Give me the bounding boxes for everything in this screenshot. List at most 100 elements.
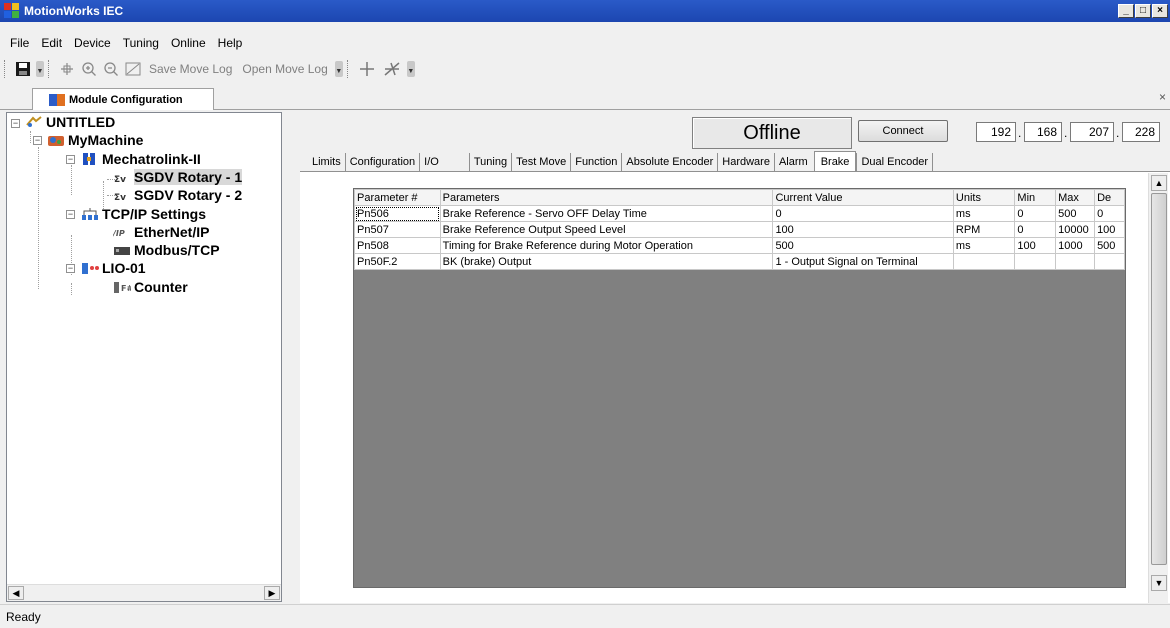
tree-node-ethernetip[interactable]: /IP EtherNet/IP [112,224,209,240]
minimize-button[interactable]: _ [1118,4,1134,18]
project-tree[interactable]: − UNTITLED − MyMachine − Mechatrolink-II… [6,112,282,602]
zoom-out-icon[interactable] [103,59,119,79]
cell-current-value[interactable]: 1 - Output Signal on Terminal [772,253,954,270]
scroll-down-arrow-icon[interactable]: ▼ [1151,575,1167,591]
cell-parameter-name[interactable]: BK (brake) Output [439,253,774,270]
tab-function[interactable]: Function [571,153,623,171]
open-move-log-button[interactable]: Open Move Log [242,62,327,76]
tree-node-modbus-tcp[interactable]: Modbus/TCP [113,242,220,258]
scroll-up-arrow-icon[interactable]: ▲ [1151,175,1167,191]
cell-current-value[interactable]: 500 [772,237,954,254]
toolbar-dropdown[interactable]: ▼ [36,61,44,77]
scrollbar-thumb[interactable] [1151,193,1167,565]
toolbar-dropdown[interactable]: ▼ [406,61,415,77]
cell-parameter-name[interactable]: Brake Reference - Servo OFF Delay Time [439,205,774,222]
tab-io[interactable]: I/O [420,153,470,171]
tree-node-untitled[interactable]: UNTITLED [25,114,115,130]
collapse-root[interactable]: − [11,119,20,128]
cell-default[interactable] [1094,253,1125,270]
cell-min[interactable]: 0 [1014,221,1057,238]
collapse-tcpip[interactable]: − [66,210,75,219]
tree-node-lio-01[interactable]: LIO-01 [81,260,146,276]
cell-units[interactable] [952,253,1016,270]
column-header-max[interactable]: Max [1055,189,1096,206]
collapse-mechatrolink[interactable]: − [66,155,75,164]
tab-brake[interactable]: Brake [813,151,857,172]
tree-node-mymachine[interactable]: MyMachine [47,132,143,148]
table-row[interactable]: Pn508 Timing for Brake Reference during … [354,237,1125,254]
toolbar-grip[interactable] [346,60,351,78]
crosshair-icon[interactable] [59,59,75,79]
menu-edit[interactable]: Edit [35,34,68,54]
menu-tuning[interactable]: Tuning [117,34,165,54]
tree-horizontal-scrollbar[interactable]: ◀ ▶ [7,584,281,601]
column-header-parameters[interactable]: Parameters [439,189,774,206]
toolbar-dropdown[interactable]: ▼ [334,61,343,77]
menu-device[interactable]: Device [68,34,117,54]
ip-octet-1[interactable]: 192 [976,122,1016,142]
panel-vertical-scrollbar[interactable]: ▲ ▼ [1148,173,1168,603]
module-configuration-tab[interactable]: Module Configuration [32,88,214,110]
toolbar-grip[interactable] [4,60,8,78]
ip-octet-4[interactable]: 228 [1122,122,1160,142]
cell-default[interactable]: 100 [1094,221,1125,238]
cell-current-value[interactable]: 0 [772,205,954,222]
save-move-log-button[interactable]: Save Move Log [149,62,232,76]
ip-octet-3[interactable]: 207 [1070,122,1114,142]
column-header-current-value[interactable]: Current Value [772,189,954,206]
close-button[interactable]: × [1152,4,1168,18]
cell-parameter-name[interactable]: Timing for Brake Reference during Motor … [439,237,774,254]
zoom-in-icon[interactable] [81,59,97,79]
cell-min[interactable]: 100 [1014,237,1057,254]
cell-max[interactable]: 500 [1055,205,1096,222]
tree-node-counter[interactable]: F# Counter [113,279,188,295]
axes-icon[interactable] [382,59,402,79]
cell-parameter-number[interactable]: Pn506 [354,205,441,222]
maximize-button[interactable]: □ [1135,4,1151,18]
cell-units[interactable]: ms [952,237,1016,254]
tab-configuration[interactable]: Configuration [346,153,421,171]
tab-alarm[interactable]: Alarm [775,153,812,171]
tree-node-tcpip-settings[interactable]: TCP/IP Settings [81,206,206,222]
tab-tuning[interactable]: Tuning [470,153,513,171]
column-header-min[interactable]: Min [1014,189,1057,206]
parameter-grid[interactable]: Parameter # Parameters Current Value Uni… [353,188,1126,588]
chart-icon[interactable] [125,59,141,79]
tab-dual-encoder[interactable]: Dual Encoder [856,153,934,171]
tab-hardware[interactable]: Hardware [718,153,775,171]
collapse-mymachine[interactable]: − [33,136,42,145]
menu-file[interactable]: File [4,34,35,54]
tab-limits[interactable]: Limits [308,153,346,171]
cell-default[interactable]: 0 [1094,205,1125,222]
column-header-units[interactable]: Units [952,189,1016,206]
scroll-right-arrow-icon[interactable]: ▶ [264,586,280,600]
toolbar-grip[interactable] [48,60,52,78]
cell-units[interactable]: RPM [952,221,1016,238]
column-header-default[interactable]: De [1094,189,1125,206]
cell-parameter-number[interactable]: Pn507 [354,221,441,238]
menu-online[interactable]: Online [165,34,212,54]
tree-node-sgdv-rotary-1[interactable]: Σv SGDV Rotary - 1 [113,169,243,185]
plus-icon[interactable] [358,59,376,79]
table-row[interactable]: Pn506 Brake Reference - Servo OFF Delay … [354,205,1125,222]
collapse-lio[interactable]: − [66,264,75,273]
cell-parameter-number[interactable]: Pn508 [354,237,441,254]
connect-button[interactable]: Connect [858,120,948,142]
cell-parameter-name[interactable]: Brake Reference Output Speed Level [439,221,774,238]
cell-min[interactable]: 0 [1014,205,1057,222]
column-header-parameter-number[interactable]: Parameter # [354,189,441,206]
cell-min[interactable] [1014,253,1057,270]
save-icon[interactable] [15,59,31,79]
tab-absolute-encoder[interactable]: Absolute Encoder [622,153,719,171]
cell-max[interactable]: 1000 [1055,237,1096,254]
tree-node-sgdv-rotary-2[interactable]: Σv SGDV Rotary - 2 [113,187,242,203]
cell-max[interactable]: 10000 [1055,221,1096,238]
cell-max[interactable] [1055,253,1096,270]
table-row[interactable]: Pn507 Brake Reference Output Speed Level… [354,221,1125,238]
cell-default[interactable]: 500 [1094,237,1125,254]
tree-node-mechatrolink[interactable]: Mechatrolink-II [81,151,201,167]
scroll-left-arrow-icon[interactable]: ◀ [8,586,24,600]
cell-parameter-number[interactable]: Pn50F.2 [354,253,441,270]
ip-octet-2[interactable]: 168 [1024,122,1062,142]
menu-help[interactable]: Help [212,34,249,54]
